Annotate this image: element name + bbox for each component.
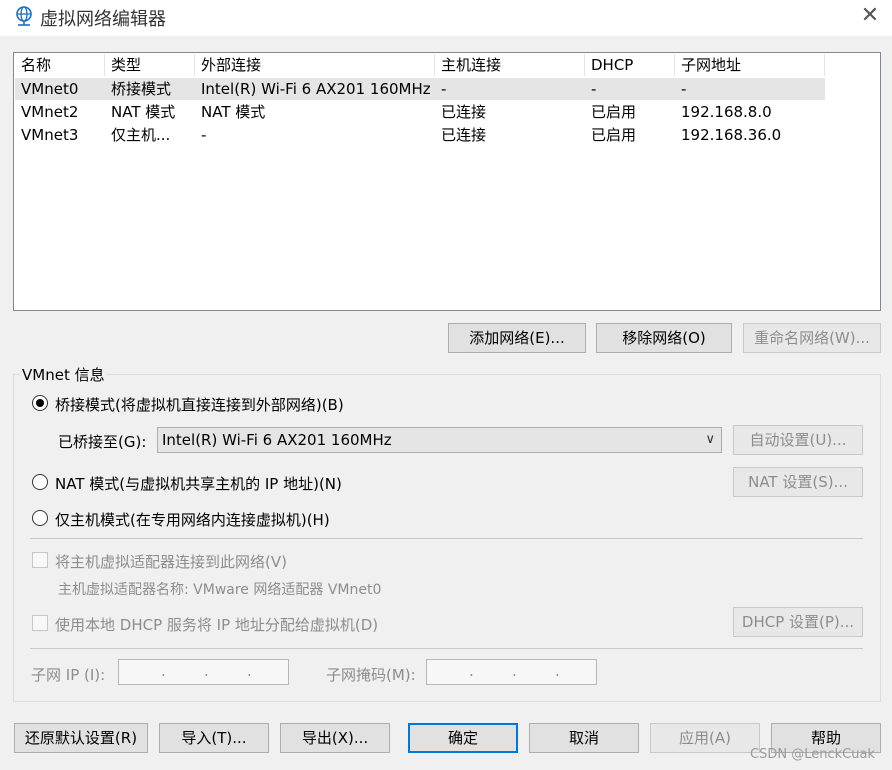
bridge-mode-radio[interactable] [32,395,48,411]
row-cell: VMnet3 [21,126,79,144]
row-cell: - [201,126,207,144]
column-header-type[interactable]: 类型 [105,54,195,76]
apply-button[interactable]: 应用(A) [650,723,760,753]
nat-settings-button[interactable]: NAT 设置(S)... [733,467,863,497]
subnet-ip-label: 子网 IP (I): [31,666,106,684]
row-cell: 已连接 [441,126,487,144]
connect-adapter-checkbox[interactable] [32,552,48,568]
row-cell: 已启用 [591,103,637,121]
divider [30,648,863,649]
network-globe-icon [16,6,32,26]
table-row[interactable]: VMnet2 NAT 模式 NAT 模式 已连接 已启用 192.168.8.0 [15,101,825,123]
bridged-to-select[interactable]: Intel(R) Wi-Fi 6 AX201 160MHz ∨ [157,427,722,453]
subnet-ip-input[interactable]: ... [118,659,289,685]
row-cell: - [681,80,687,98]
row-cell: 已连接 [441,103,487,121]
host-only-label[interactable]: 仅主机模式(在专用网络内连接虚拟机)(H) [55,509,330,530]
dhcp-settings-button[interactable]: DHCP 设置(P)... [733,607,863,637]
chevron-down-icon: ∨ [705,432,715,447]
export-button[interactable]: 导出(X)... [280,723,390,753]
nat-mode-label[interactable]: NAT 模式(与虚拟机共享主机的 IP 地址)(N) [55,473,342,494]
rename-network-button[interactable]: 重命名网络(W)... [743,323,881,353]
ok-button[interactable]: 确定 [408,723,518,753]
row-cell: NAT 模式 [201,103,266,121]
use-dhcp-checkbox[interactable] [32,615,48,631]
subnet-mask-label: 子网掩码(M): [326,666,416,684]
bridged-to-value: Intel(R) Wi-Fi 6 AX201 160MHz [162,431,392,449]
ip-separators: ... [469,662,560,680]
close-icon[interactable]: ✕ [858,4,882,28]
row-cell: - [591,80,597,98]
list-header: 名称 类型 外部连接 主机连接 DHCP 子网地址 [15,54,825,76]
row-cell: 192.168.8.0 [681,103,772,121]
restore-defaults-button[interactable]: 还原默认设置(R) [14,723,148,753]
import-button[interactable]: 导入(T)... [159,723,269,753]
row-cell: VMnet0 [21,80,79,98]
column-header-name[interactable]: 名称 [15,54,105,76]
bridged-to-label: 已桥接至(G): [58,433,147,451]
table-row[interactable]: VMnet3 仅主机... - 已连接 已启用 192.168.36.0 [15,124,825,146]
row-cell: 已启用 [591,126,637,144]
window-title: 虚拟网络编辑器 [40,9,166,30]
divider [30,538,863,539]
remove-network-button[interactable]: 移除网络(O) [596,323,732,353]
column-header-dhcp[interactable]: DHCP [585,54,675,76]
watermark: CSDN @LenckCuak [750,747,875,762]
network-list[interactable]: 名称 类型 外部连接 主机连接 DHCP 子网地址 VMnet0 桥接模式 In… [13,52,881,311]
cancel-button[interactable]: 取消 [529,723,639,753]
row-cell: VMnet2 [21,103,79,121]
nat-mode-radio[interactable] [32,474,48,490]
column-header-host[interactable]: 主机连接 [435,54,585,76]
adapter-name-text: 主机虚拟适配器名称: VMware 网络适配器 VMnet0 [58,582,382,598]
row-cell: Intel(R) Wi-Fi 6 AX201 160MHz [201,80,431,98]
table-row[interactable]: VMnet0 桥接模式 Intel(R) Wi-Fi 6 AX201 160MH… [15,78,825,100]
column-header-subnet[interactable]: 子网地址 [675,54,825,76]
subnet-mask-input[interactable]: ... [426,659,597,685]
column-header-external[interactable]: 外部连接 [195,54,435,76]
row-cell: 桥接模式 [111,80,172,98]
host-only-radio[interactable] [32,510,48,526]
connect-adapter-label[interactable]: 将主机虚拟适配器连接到此网络(V) [55,551,287,572]
row-cell: NAT 模式 [111,103,176,121]
add-network-button[interactable]: 添加网络(E)... [448,323,586,353]
ip-separators: ... [161,662,252,680]
row-cell: - [441,80,447,98]
auto-settings-button[interactable]: 自动设置(U)... [733,425,863,455]
row-cell: 192.168.36.0 [681,126,782,144]
vmnet-info-legend: VMnet 信息 [20,364,107,385]
use-dhcp-label[interactable]: 使用本地 DHCP 服务将 IP 地址分配给虚拟机(D) [55,614,378,635]
row-cell: 仅主机... [111,126,171,144]
bridge-mode-label[interactable]: 桥接模式(将虚拟机直接连接到外部网络)(B) [55,394,344,415]
